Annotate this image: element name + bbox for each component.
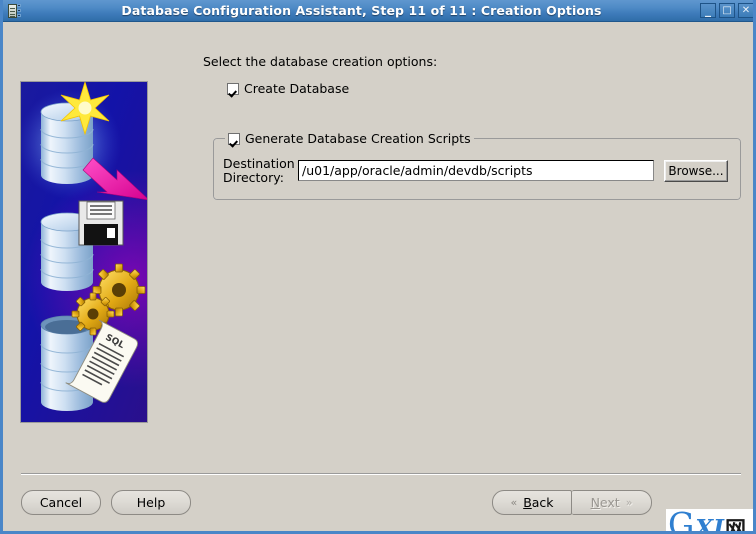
floppy-disk-icon	[78, 200, 124, 246]
back-label-rest: ack	[531, 495, 554, 510]
checkbox-checked-icon[interactable]	[227, 82, 239, 95]
destination-directory-input[interactable]	[298, 160, 654, 181]
cancel-button[interactable]: Cancel	[21, 490, 101, 515]
back-button[interactable]: « Back	[492, 490, 572, 515]
help-button[interactable]: Help	[111, 490, 191, 515]
create-database-checkbox-row[interactable]: Create Database	[227, 81, 349, 96]
back-label: Back	[523, 495, 554, 510]
wizard-nav-group: « Back Next »	[492, 490, 652, 515]
next-button[interactable]: Next »	[572, 490, 652, 515]
maximize-icon: □	[722, 4, 732, 16]
generate-scripts-label: Generate Database Creation Scripts	[245, 131, 471, 146]
destination-directory-label: Destination Directory:	[223, 157, 295, 185]
destination-label-line2: Directory:	[223, 170, 284, 185]
watermark-g: G	[668, 509, 695, 534]
checkbox-checked-icon[interactable]	[228, 132, 240, 145]
footer-separator	[21, 473, 741, 475]
chevron-left-icon: «	[510, 496, 518, 509]
browse-button[interactable]: Browse...	[664, 160, 728, 182]
watermark-cjk: 网	[724, 517, 746, 534]
window-title: Database Configuration Assistant, Step 1…	[121, 3, 602, 18]
close-icon: ✕	[741, 4, 751, 16]
window-content: SQL Select the database creation options…	[3, 22, 753, 531]
wizard-artwork: SQL	[20, 81, 148, 423]
page-prompt: Select the database creation options:	[203, 54, 438, 69]
next-label-rest: ext	[599, 495, 620, 510]
site-watermark: G XI 网 system.com	[666, 509, 753, 534]
generate-scripts-checkbox-row[interactable]: Generate Database Creation Scripts	[225, 131, 474, 146]
next-label: Next	[590, 495, 620, 510]
watermark-brand: G XI 网	[668, 509, 746, 534]
watermark-xi: XI	[695, 515, 724, 534]
close-button[interactable]: ✕	[738, 3, 753, 18]
destination-label-line1: Destination	[223, 156, 295, 171]
title-bar: Database Configuration Assistant, Step 1…	[3, 0, 753, 22]
maximize-button[interactable]: □	[719, 3, 735, 18]
window-controls: _ □ ✕	[700, 3, 753, 18]
minimize-button[interactable]: _	[700, 3, 716, 18]
dbca-window: Database Configuration Assistant, Step 1…	[0, 0, 756, 534]
minimize-icon: _	[705, 3, 711, 17]
artwork-illustration: SQL	[21, 82, 147, 411]
chevron-right-icon: »	[625, 496, 633, 509]
database-chip-icon	[7, 3, 23, 19]
create-database-label: Create Database	[244, 81, 350, 96]
